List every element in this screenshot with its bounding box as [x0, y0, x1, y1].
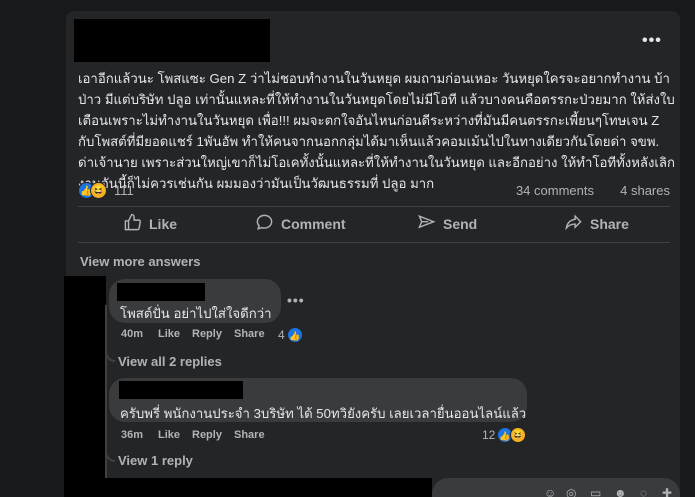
- comment-more-options-button[interactable]: •••: [287, 292, 305, 308]
- comment-share-link[interactable]: Share: [234, 328, 265, 340]
- comment-text: โพสต์ปั่น อย่าไปใส่ใจดีกว่า: [120, 306, 272, 321]
- post-action-bar: Like Comment Send Share: [78, 210, 670, 238]
- like-button[interactable]: Like: [123, 210, 177, 238]
- reactions-count[interactable]: 111: [114, 183, 134, 198]
- comment-like-link[interactable]: Like: [158, 429, 180, 441]
- camera-icon[interactable]: ◎: [566, 486, 576, 497]
- thread-connector-line: [105, 305, 107, 495]
- speech-bubble-icon: [255, 213, 274, 235]
- comment-author-redacted: [104, 478, 432, 497]
- post-body-text: เอาอีกแล้วนะ โพสแซะ Gen Z ว่าไม่ชอบทำงาน…: [78, 71, 675, 191]
- comment-reply-link[interactable]: Reply: [192, 328, 222, 340]
- comment-like-link[interactable]: Like: [158, 328, 180, 340]
- comment-reaction-count[interactable]: 4 👍: [278, 326, 308, 344]
- post-author-redacted: [74, 19, 270, 62]
- gif-icon[interactable]: ▭: [590, 486, 601, 497]
- comment-button[interactable]: Comment: [255, 210, 346, 238]
- reaction-icons[interactable]: 👍 😆: [78, 181, 110, 199]
- comment-meta-row: 36m Like Reply Share: [121, 429, 281, 443]
- like-reaction-icon: 👍: [287, 327, 303, 343]
- post-stats-bar: 👍 😆 111 34 comments 4 shares: [78, 181, 670, 201]
- comment-reaction-number: 4: [278, 328, 285, 342]
- haha-reaction-icon: 😆: [90, 182, 107, 199]
- post-more-options-button[interactable]: •••: [642, 32, 662, 50]
- share-button-label: Share: [590, 216, 629, 232]
- send-button[interactable]: Send: [417, 210, 477, 238]
- actions-divider: [78, 242, 670, 243]
- view-more-answers-link[interactable]: View more answers: [80, 254, 200, 269]
- comment-button-label: Comment: [281, 216, 346, 232]
- like-button-label: Like: [149, 216, 178, 232]
- send-button-label: Send: [443, 216, 478, 232]
- share-button[interactable]: Share: [564, 210, 629, 238]
- view-replies-link[interactable]: View 1 reply: [118, 453, 193, 468]
- comment-timestamp: 40m: [121, 328, 144, 340]
- comment-meta-row: 40m Like Reply Share: [121, 328, 281, 342]
- comment-reaction-count[interactable]: 12 👍 😆: [482, 426, 532, 444]
- share-arrow-icon: [564, 213, 583, 235]
- stamp-icon[interactable]: ✚: [662, 486, 672, 497]
- stats-divider: [78, 206, 670, 207]
- comment-text: ครับพรี่ พนักงานประจำ 3บริษัท ได้ 50ทวิย…: [120, 406, 527, 421]
- comment-author-redacted[interactable]: [119, 381, 243, 399]
- comments-count[interactable]: 34 comments: [516, 183, 594, 198]
- attach-icon[interactable]: ◌: [640, 486, 647, 497]
- sticker-icon[interactable]: ☻: [614, 486, 627, 497]
- commenter-avatar-redacted: [64, 276, 106, 497]
- comment-timestamp: 36m: [121, 429, 144, 441]
- paper-plane-icon: [417, 213, 436, 235]
- emoji-icon[interactable]: ☺: [544, 486, 556, 497]
- comment-author-redacted[interactable]: [117, 283, 205, 301]
- comment-reply-link[interactable]: Reply: [192, 429, 222, 441]
- comment-share-link[interactable]: Share: [234, 429, 265, 441]
- view-replies-link[interactable]: View all 2 replies: [118, 354, 222, 369]
- thumbs-up-icon: [123, 213, 142, 235]
- haha-reaction-icon: 😆: [510, 427, 526, 443]
- comment-reaction-number: 12: [482, 428, 496, 442]
- shares-count[interactable]: 4 shares: [620, 183, 670, 198]
